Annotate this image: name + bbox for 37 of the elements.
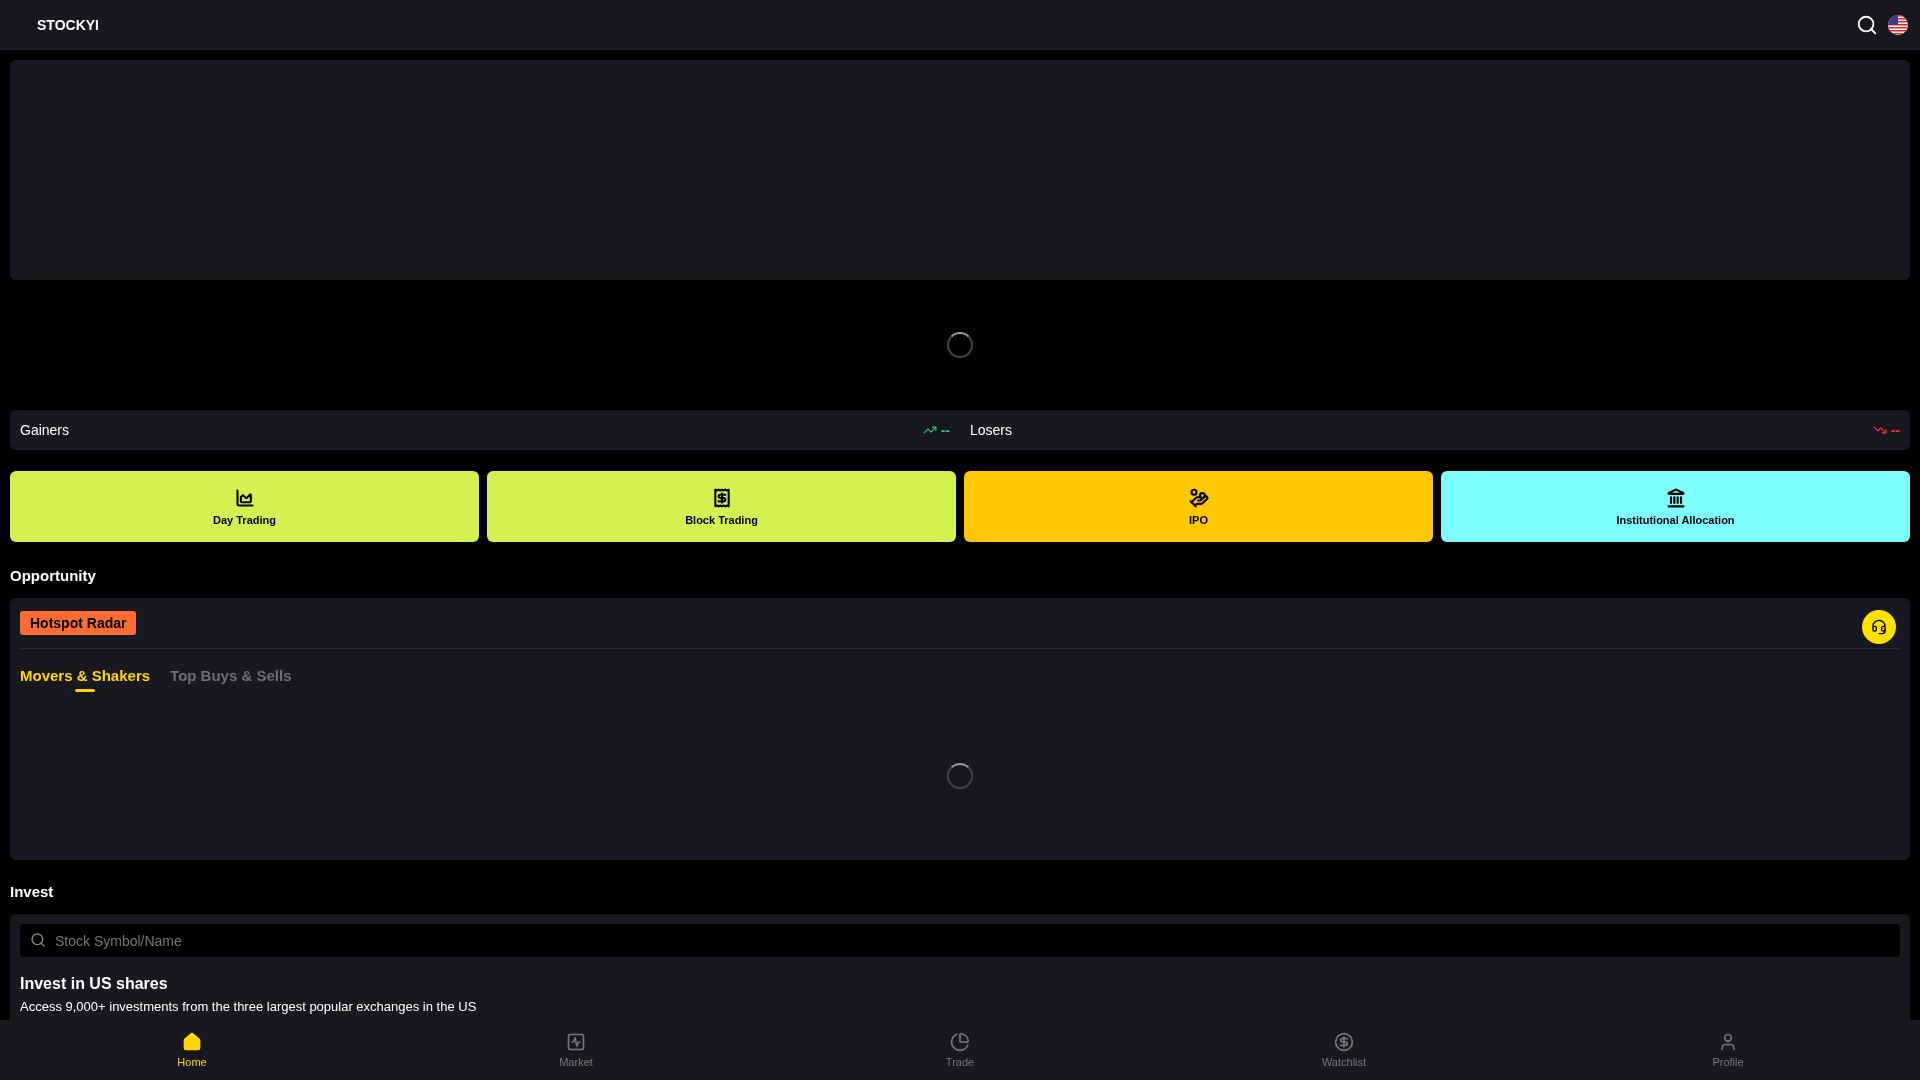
dollar-icon <box>1334 1032 1354 1052</box>
nav-item[interactable]: Market <box>384 1020 768 1080</box>
nav-item[interactable]: Trade <box>768 1020 1152 1080</box>
section-title: Invest <box>10 883 55 900</box>
person-icon <box>1718 1032 1738 1052</box>
home-icon <box>182 1032 202 1052</box>
feature-card[interactable]: Institutional Allocation <box>1441 471 1910 542</box>
tab[interactable]: Top Buys & Sells <box>170 667 292 692</box>
headset-icon <box>1871 619 1887 635</box>
mover-label: Losers <box>970 422 1013 438</box>
chart-icon <box>566 1032 586 1052</box>
feature-card[interactable]: Day Trading <box>10 471 479 542</box>
mover-value: -- <box>1890 422 1900 438</box>
invest-description: Access 9,000+ investments from the three largest popular exchanges in the US <box>20 999 478 1014</box>
invest-heading: Invest in US shares <box>20 975 169 993</box>
nav-item[interactable]: Profile <box>1536 1020 1920 1080</box>
loading-spinner <box>947 332 973 358</box>
support-button[interactable] <box>1862 610 1896 644</box>
section-title: Opportunity <box>10 567 97 584</box>
feature-icon <box>711 487 732 508</box>
mover-label: Gainers <box>20 422 70 438</box>
feature-icon <box>1665 487 1686 508</box>
search-field[interactable]: Stock Symbol/Name <box>20 924 1900 957</box>
search-icon[interactable] <box>1856 14 1878 36</box>
feature-icon <box>1188 487 1209 508</box>
brand-name: STOCKYI <box>37 17 99 33</box>
loading-spinner <box>947 763 973 789</box>
feature-icon <box>234 487 255 508</box>
flag-icon[interactable] <box>1888 15 1908 35</box>
mover-value: -- <box>940 422 950 438</box>
tab[interactable]: Movers & Shakers <box>20 667 151 692</box>
hotspot-badge: Hotspot Radar <box>20 611 137 635</box>
feature-card[interactable]: Block Trading <box>487 471 956 542</box>
nav-item[interactable]: Home <box>0 1020 384 1080</box>
pie-chart-icon <box>950 1032 970 1052</box>
feature-card[interactable]: IPO <box>964 471 1433 542</box>
nav-item[interactable]: Watchlist <box>1152 1020 1536 1080</box>
